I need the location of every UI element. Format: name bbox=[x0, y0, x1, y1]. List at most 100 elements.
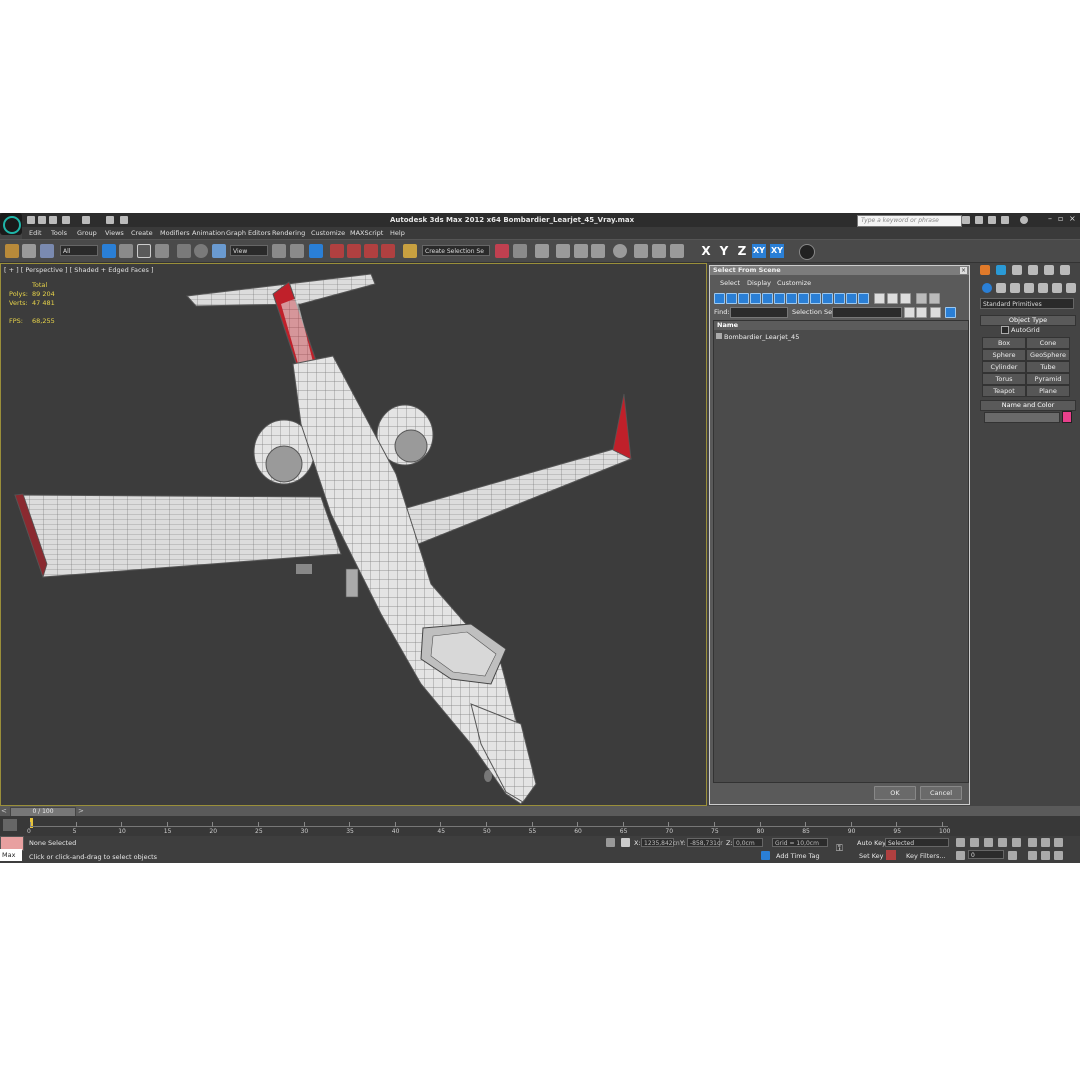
helpers-category-icon[interactable] bbox=[1038, 283, 1048, 293]
menu-graph-editors[interactable]: Graph Editors bbox=[226, 229, 271, 237]
menu-customize[interactable]: Customize bbox=[311, 229, 345, 237]
zoom-all-icon[interactable] bbox=[1041, 838, 1050, 847]
percent-snap-icon[interactable] bbox=[364, 244, 378, 258]
dialog-menu-select[interactable]: Select bbox=[720, 279, 740, 287]
utilities-tab-icon[interactable] bbox=[1060, 265, 1070, 275]
display-frozen-icon[interactable] bbox=[834, 293, 845, 304]
cancel-button[interactable]: Cancel bbox=[920, 786, 962, 800]
pan-view-icon[interactable] bbox=[1041, 851, 1050, 860]
move-icon[interactable] bbox=[177, 244, 191, 258]
go-to-end-icon[interactable] bbox=[1012, 838, 1021, 847]
bind-space-warp-icon[interactable] bbox=[40, 244, 54, 258]
rendered-frame-window-icon[interactable] bbox=[652, 244, 666, 258]
menu-rendering[interactable]: Rendering bbox=[272, 229, 305, 237]
tube-button[interactable]: Tube bbox=[1026, 361, 1070, 373]
zoom-icon[interactable] bbox=[1028, 838, 1037, 847]
go-to-start-icon[interactable] bbox=[956, 838, 965, 847]
time-configuration-icon[interactable] bbox=[1008, 851, 1017, 860]
box-button[interactable]: Box bbox=[982, 337, 1026, 349]
select-invert-icon[interactable] bbox=[900, 293, 911, 304]
layer-manager-icon[interactable] bbox=[535, 244, 549, 258]
snaps-toggle-icon[interactable] bbox=[330, 244, 344, 258]
set-key-button[interactable]: Set Key bbox=[859, 852, 884, 860]
column-header-name[interactable]: Name bbox=[714, 321, 968, 330]
save-file-icon[interactable] bbox=[49, 216, 57, 224]
x-coord-field[interactable]: 1235,842cn bbox=[641, 838, 680, 847]
select-dependents-icon[interactable] bbox=[930, 307, 941, 318]
filter-options-icon[interactable] bbox=[929, 293, 940, 304]
autogrid-checkbox[interactable] bbox=[1001, 326, 1009, 334]
steering-wheel-icon[interactable] bbox=[799, 244, 815, 260]
selection-lock-icon[interactable] bbox=[606, 838, 615, 847]
plane-button[interactable]: Plane bbox=[1026, 385, 1070, 397]
geometry-category-icon[interactable] bbox=[982, 283, 992, 293]
absolute-mode-icon[interactable] bbox=[621, 838, 630, 847]
display-bones-icon[interactable] bbox=[810, 293, 821, 304]
torus-button[interactable]: Torus bbox=[982, 373, 1026, 385]
unlink-icon[interactable] bbox=[22, 244, 36, 258]
dialog-menu-customize[interactable]: Customize bbox=[777, 279, 811, 287]
time-slider-prev-icon[interactable]: < bbox=[1, 807, 7, 815]
minimize-icon[interactable]: – bbox=[1048, 214, 1052, 223]
aircraft-wireframe-model[interactable] bbox=[1, 264, 706, 805]
scene-object-list[interactable]: Name Bombardier_Learjet_45 bbox=[713, 320, 969, 783]
curve-editor-icon[interactable] bbox=[574, 244, 588, 258]
close-icon[interactable]: × bbox=[1069, 214, 1076, 223]
selection-filter-dropdown[interactable]: All bbox=[60, 245, 98, 256]
lights-category-icon[interactable] bbox=[1010, 283, 1020, 293]
workspace-icon[interactable] bbox=[120, 216, 128, 224]
ok-button[interactable]: OK bbox=[874, 786, 916, 800]
key-filters-button[interactable]: Key Filters... bbox=[906, 852, 946, 860]
perspective-viewport[interactable]: [ + ] [ Perspective ] [ Shaded + Edged F… bbox=[0, 263, 707, 806]
display-tab-icon[interactable] bbox=[1044, 265, 1054, 275]
filter-icon[interactable] bbox=[916, 293, 927, 304]
graphite-ribbon-icon[interactable] bbox=[556, 244, 570, 258]
object-name-input[interactable] bbox=[984, 412, 1060, 423]
find-input[interactable] bbox=[730, 307, 788, 318]
redo-icon[interactable] bbox=[82, 216, 90, 224]
menu-tools[interactable]: Tools bbox=[51, 229, 67, 237]
display-geometry-icon[interactable] bbox=[714, 293, 725, 304]
render-setup-icon[interactable] bbox=[634, 244, 648, 258]
window-crossing-icon[interactable] bbox=[155, 244, 169, 258]
y-coord-field[interactable]: -858,731cr bbox=[687, 838, 723, 847]
open-file-icon[interactable] bbox=[38, 216, 46, 224]
axis-xy-constraint-button[interactable]: XY bbox=[770, 244, 784, 258]
cameras-category-icon[interactable] bbox=[1024, 283, 1034, 293]
previous-frame-icon[interactable] bbox=[970, 838, 979, 847]
hierarchy-tab-icon[interactable] bbox=[1012, 265, 1022, 275]
display-space-warps-icon[interactable] bbox=[774, 293, 785, 304]
current-frame-field[interactable]: 0 bbox=[968, 850, 1004, 859]
display-containers-icon[interactable] bbox=[822, 293, 833, 304]
menu-views[interactable]: Views bbox=[105, 229, 124, 237]
maxscript-mini-listener[interactable]: Max bbox=[0, 849, 22, 861]
project-folder-icon[interactable] bbox=[106, 216, 114, 224]
favorites-star-icon[interactable] bbox=[1001, 216, 1009, 224]
mini-curve-editor-icon[interactable] bbox=[3, 819, 17, 831]
default-in-out-tangent-icon[interactable] bbox=[886, 850, 896, 860]
select-children-icon[interactable] bbox=[945, 307, 956, 318]
next-frame-icon[interactable] bbox=[998, 838, 1007, 847]
reference-coordinate-dropdown[interactable]: View bbox=[230, 245, 268, 256]
display-xrefs-icon[interactable] bbox=[798, 293, 809, 304]
selection-set-dropdown[interactable] bbox=[832, 307, 902, 318]
display-lights-icon[interactable] bbox=[738, 293, 749, 304]
edit-named-selection-icon[interactable] bbox=[403, 244, 417, 258]
zoom-extents-icon[interactable] bbox=[1054, 838, 1063, 847]
select-all-icon[interactable] bbox=[874, 293, 885, 304]
display-all-icon[interactable] bbox=[858, 293, 869, 304]
menu-modifiers[interactable]: Modifiers bbox=[160, 229, 190, 237]
auto-key-button[interactable]: Auto Key bbox=[857, 839, 886, 847]
find-case-sensitive-icon[interactable] bbox=[916, 307, 927, 318]
menu-group[interactable]: Group bbox=[77, 229, 97, 237]
mirror-icon[interactable] bbox=[495, 244, 509, 258]
help-icon[interactable] bbox=[1020, 216, 1028, 224]
search-input[interactable]: Type a keyword or phrase bbox=[857, 215, 962, 227]
key-mode-dropdown[interactable]: Selected bbox=[885, 838, 949, 847]
material-editor-icon[interactable] bbox=[613, 244, 627, 258]
axis-xy-button[interactable]: XY bbox=[752, 244, 766, 258]
keyboard-shortcut-override-icon[interactable] bbox=[309, 244, 323, 258]
set-key-icon[interactable]: ⚿ bbox=[836, 844, 843, 854]
angle-snap-icon[interactable] bbox=[347, 244, 361, 258]
create-tab-icon[interactable] bbox=[980, 265, 990, 275]
